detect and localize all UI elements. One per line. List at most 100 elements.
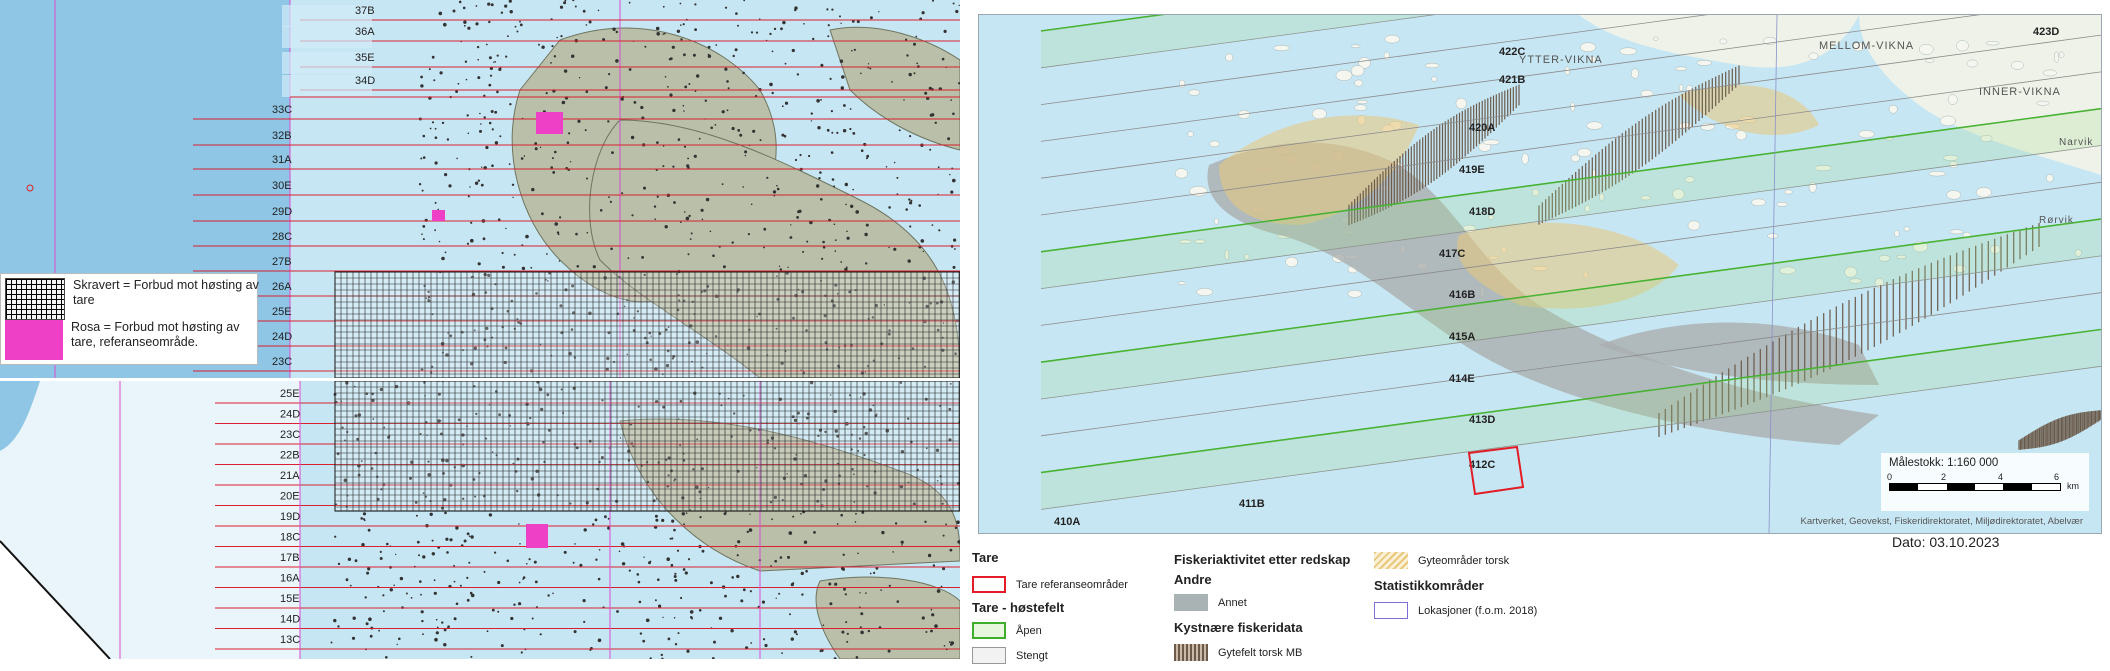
islet-dot <box>498 67 502 71</box>
islet-dot <box>764 643 768 648</box>
islet <box>1619 47 1637 56</box>
legend-andre-title: Andre <box>1174 572 1212 587</box>
islet-dot <box>573 630 577 634</box>
islet-dot <box>855 656 859 659</box>
islet-dot <box>829 602 833 606</box>
hatched-area-frame <box>334 381 960 512</box>
islet-dot <box>679 2 682 5</box>
islet-dot <box>559 5 564 9</box>
islet-dot <box>739 133 743 137</box>
left-bottom-map[interactable]: 25E 24D 23C 22B 21A 20E 19D 18C 17B 16A 15E 14D 13C <box>0 381 960 659</box>
legend-tare-ref-label: Tare referanseområder <box>1016 578 1128 591</box>
islet-dot <box>648 561 651 565</box>
islet-dot <box>927 553 932 558</box>
islet-dot <box>943 29 947 33</box>
left-bottom-map-canvas[interactable]: 25E 24D 23C 22B 21A 20E 19D 18C 17B 16A 15E 14D 13C <box>0 381 960 659</box>
hatched-swatch <box>5 278 65 320</box>
islet-dot <box>491 164 494 167</box>
islet-dot <box>550 62 552 64</box>
scale-bar <box>1889 483 2061 491</box>
islet <box>1225 53 1234 62</box>
islet-dot <box>561 100 566 105</box>
islet-dot <box>955 9 959 14</box>
islet-dot <box>949 548 953 552</box>
islet-dot <box>486 630 489 633</box>
islet-dot <box>571 54 575 58</box>
islet-dot <box>705 197 710 202</box>
islet-dot <box>379 550 382 553</box>
islet-dot <box>611 151 614 155</box>
islet-dot <box>718 616 723 620</box>
islet-dot <box>501 251 504 255</box>
islet-dot <box>769 32 772 36</box>
islet-dot <box>922 250 924 253</box>
islet-dot <box>680 24 682 26</box>
islet-dot <box>742 186 744 188</box>
islet-dot <box>431 121 435 124</box>
islet-dot <box>365 622 369 626</box>
islet-dot <box>952 2 955 5</box>
islet-dot <box>740 599 744 603</box>
islet-dot <box>888 206 891 209</box>
islet <box>2058 51 2065 58</box>
islet-dot <box>866 154 870 158</box>
islet-dot <box>797 210 801 214</box>
islet-dot <box>420 84 424 88</box>
islet-dot <box>615 30 618 34</box>
reference-area-marker <box>432 210 445 221</box>
islet-dot <box>816 99 820 103</box>
scale-tick-0: 0 <box>1887 472 1893 482</box>
islet-dot <box>597 638 602 643</box>
islet-dot <box>934 624 938 628</box>
islet-dot <box>475 5 478 7</box>
islet-dot <box>360 517 364 520</box>
islet-dot <box>818 177 821 180</box>
islet-dot <box>892 551 894 553</box>
islet-dot <box>513 253 516 256</box>
islet-dot <box>952 178 956 183</box>
islet-dot <box>434 637 438 642</box>
islet <box>1455 97 1467 109</box>
spawning-area-swatch <box>1374 552 1408 569</box>
right-map[interactable]: 422C 421B 420A 419E 418D 417C 416B 415A 414E 413D… <box>978 14 2102 534</box>
islet-dot <box>744 150 748 154</box>
islet-dot <box>688 83 691 85</box>
islet-dot <box>671 519 675 523</box>
islet-dot <box>833 223 836 226</box>
islet-dot <box>773 27 777 31</box>
islet <box>1356 100 1369 105</box>
islet-dot <box>469 186 471 188</box>
islet-dot <box>444 173 448 177</box>
islet-dot <box>726 109 729 112</box>
islet-dot <box>354 559 358 563</box>
islet-dot <box>714 124 717 126</box>
legend-kystnare-title: Kystnære fiskeridata <box>1174 620 1303 635</box>
islet-dot <box>958 4 960 7</box>
islet-dot <box>446 138 450 141</box>
islet-dot <box>727 87 730 90</box>
islet-dot <box>749 513 751 515</box>
islet <box>1956 40 1969 52</box>
islet <box>1431 76 1438 82</box>
islet <box>1350 65 1365 77</box>
islet-dot <box>790 637 794 641</box>
islet-dot <box>730 629 734 633</box>
stat-zone-label-411b: 411B <box>1239 498 1265 510</box>
islet-dot <box>604 86 608 90</box>
islet-dot <box>772 190 777 194</box>
islet-dot <box>724 594 727 598</box>
islet-dot <box>681 512 685 516</box>
left-top-map[interactable]: 37B 36A 35E 34D 33C 32B 31A 30E 29D 28C 27B 26A 25E 2… <box>0 0 960 378</box>
islet-dot <box>576 265 580 268</box>
islet-dot <box>608 196 610 199</box>
islet-dot <box>942 534 945 537</box>
islet-dot <box>913 42 916 46</box>
islet-dot <box>769 82 773 87</box>
islet-dot <box>800 571 804 576</box>
islet-dot <box>805 569 808 573</box>
islet-dot <box>722 265 726 269</box>
islet-dot <box>686 649 690 653</box>
islet-dot <box>956 520 960 524</box>
islet-dot <box>822 240 825 244</box>
islet-dot <box>539 146 542 149</box>
